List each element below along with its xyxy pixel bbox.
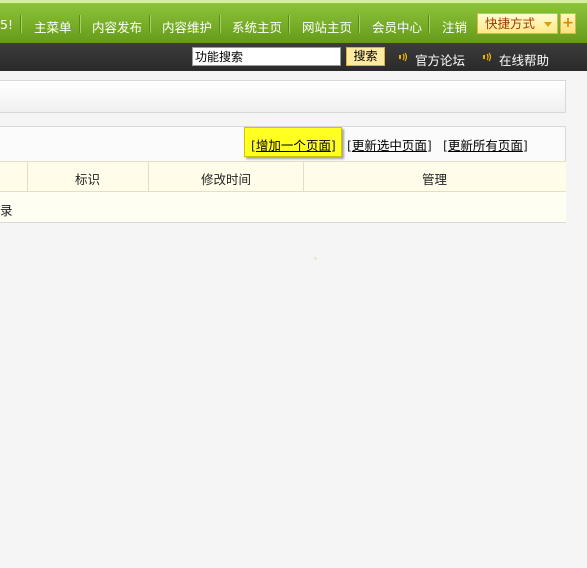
official-forum-link[interactable]: 官方论坛 <box>415 50 465 69</box>
shortcut-dropdown[interactable]: 快捷方式 <box>477 13 558 34</box>
column-divider <box>148 162 149 192</box>
nav-item-member-center[interactable]: 会员中心 <box>372 17 422 36</box>
chevron-down-icon <box>544 22 552 27</box>
nav-highlight-strip <box>0 0 587 3</box>
column-divider <box>27 162 28 192</box>
function-search-input[interactable] <box>192 47 341 66</box>
loading-dot <box>314 257 317 260</box>
table-header: 标识 修改时间 管理 <box>0 161 566 192</box>
nav-separator <box>149 15 151 33</box>
table-row: 录 <box>0 192 566 222</box>
update-selected-action[interactable]: [更新选中页面] <box>347 135 432 154</box>
nav-separator <box>219 15 221 33</box>
update-all-link[interactable]: 更新所有页面 <box>448 138 523 153</box>
empty-record-text: 录 <box>0 203 13 218</box>
nav-item-content-publish[interactable]: 内容发布 <box>92 17 142 36</box>
column-header-manage: 管理 <box>422 172 448 187</box>
speaker-icon <box>399 52 408 62</box>
nav-item-site-home[interactable]: 网站主页 <box>302 17 352 36</box>
nav-item-main-menu[interactable]: 主菜单 <box>34 17 72 36</box>
nav-separator <box>288 15 290 33</box>
online-help-link[interactable]: 在线帮助 <box>499 50 549 69</box>
nav-item-clipped[interactable]: 5! <box>0 17 13 32</box>
top-navigation-bar: 5! 主菜单 内容发布 内容维护 系统主页 网站主页 会员中心 注销 快捷方式 … <box>0 0 587 43</box>
nav-separator <box>20 15 22 33</box>
search-button[interactable]: 搜索 <box>346 47 385 66</box>
column-header-modified-time: 修改时间 <box>201 172 252 187</box>
nav-item-logout[interactable]: 注销 <box>442 17 467 36</box>
speaker-icon <box>483 52 492 62</box>
update-selected-link[interactable]: 更新选中页面 <box>352 138 427 153</box>
shortcut-label: 快捷方式 <box>485 16 536 31</box>
add-page-link[interactable]: 增加一个页面 <box>256 138 331 153</box>
column-divider <box>303 162 304 192</box>
sub-toolbar: 搜索 官方论坛 在线帮助 <box>0 43 587 71</box>
nav-separator <box>358 15 360 33</box>
location-panel <box>0 80 566 113</box>
nav-item-system-home[interactable]: 系统主页 <box>232 17 282 36</box>
nav-item-content-maintain[interactable]: 内容维护 <box>162 17 212 36</box>
column-header-id: 标识 <box>75 172 101 187</box>
add-shortcut-button[interactable]: + <box>560 13 576 34</box>
nav-separator <box>79 15 81 33</box>
add-page-action[interactable]: [增加一个页面] <box>251 135 336 154</box>
nav-separator <box>428 15 430 33</box>
update-all-action[interactable]: [更新所有页面] <box>443 135 528 154</box>
